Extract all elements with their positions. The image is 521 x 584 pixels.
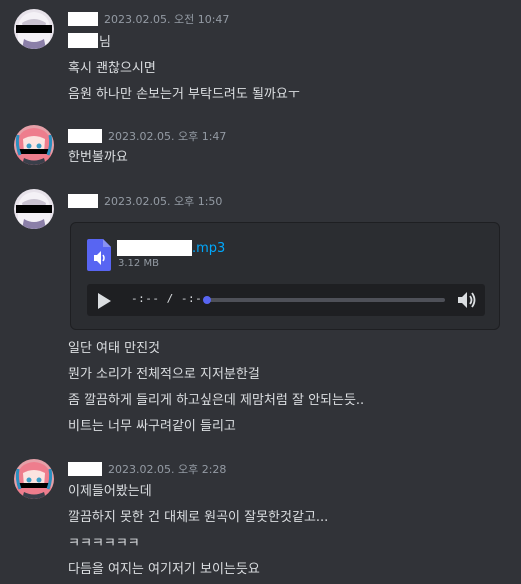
message-text: 뭔가 소리가 전체적으로 지저분한걸 bbox=[68, 367, 260, 382]
message-text: ㅋㅋㅋㅋㅋㅋ bbox=[68, 536, 140, 551]
message-text: 다듬을 여지는 여기저기 보이는듯요 bbox=[68, 562, 260, 577]
message-header: 2023.02.05. 오후 1:47 bbox=[68, 128, 226, 144]
play-icon[interactable] bbox=[95, 292, 113, 310]
audio-player: -:-- / -:-- bbox=[87, 284, 485, 316]
username-redacted[interactable] bbox=[68, 129, 102, 143]
timestamp: 2023.02.05. 오후 1:47 bbox=[108, 130, 227, 143]
timestamp: 2023.02.05. 오전 10:47 bbox=[104, 13, 230, 26]
progress-track[interactable] bbox=[205, 298, 445, 302]
file-size: 3.12 MB bbox=[118, 258, 159, 269]
message-text: 비트는 너무 싸구려같이 들리고 bbox=[68, 419, 236, 434]
username-redacted[interactable] bbox=[68, 194, 98, 208]
avatar[interactable] bbox=[14, 9, 54, 49]
message-text: 깔끔하지 못한 건 대체로 원곡이 잘못한것같고... bbox=[68, 510, 329, 525]
avatar[interactable] bbox=[14, 125, 54, 165]
progress-knob[interactable] bbox=[203, 296, 211, 304]
audio-file-icon bbox=[87, 239, 111, 271]
message-header: 2023.02.05. 오후 2:28 bbox=[68, 461, 226, 477]
redacted-mention bbox=[68, 33, 98, 48]
file-name-redacted bbox=[117, 240, 192, 256]
message-text: 음원 하나만 손보는거 부탁드려도 될까요ㅜ bbox=[68, 87, 300, 102]
message-header: 2023.02.05. 오전 10:47 bbox=[68, 11, 229, 27]
message-text: 이제들어봤는데 bbox=[68, 484, 152, 499]
username-redacted[interactable] bbox=[68, 462, 102, 476]
avatar[interactable] bbox=[14, 189, 54, 229]
timestamp: 2023.02.05. 오후 2:28 bbox=[108, 463, 227, 476]
file-name[interactable]: .mp3 bbox=[117, 239, 225, 257]
message-text: 한번볼까요 bbox=[68, 150, 128, 165]
username-redacted[interactable] bbox=[68, 12, 98, 26]
message-text-content: 님 bbox=[99, 35, 111, 50]
message-text: 일단 여태 만진것 bbox=[68, 341, 160, 356]
timestamp: 2023.02.05. 오후 1:50 bbox=[104, 195, 223, 208]
message-text: 혹시 괜찮으시면 bbox=[68, 61, 156, 76]
file-extension[interactable]: .mp3 bbox=[192, 241, 225, 256]
message-text: 좀 깔끔하게 들리게 하고싶은데 제맘처럼 잘 안되는듯.. bbox=[68, 393, 365, 408]
avatar[interactable] bbox=[14, 459, 54, 499]
message-text: 님 bbox=[68, 33, 111, 52]
message-header: 2023.02.05. 오후 1:50 bbox=[68, 193, 222, 209]
player-time: -:-- / -:-- bbox=[131, 292, 210, 305]
volume-icon[interactable] bbox=[457, 291, 477, 309]
audio-attachment: .mp3 3.12 MB -:-- / -:-- bbox=[70, 222, 500, 330]
